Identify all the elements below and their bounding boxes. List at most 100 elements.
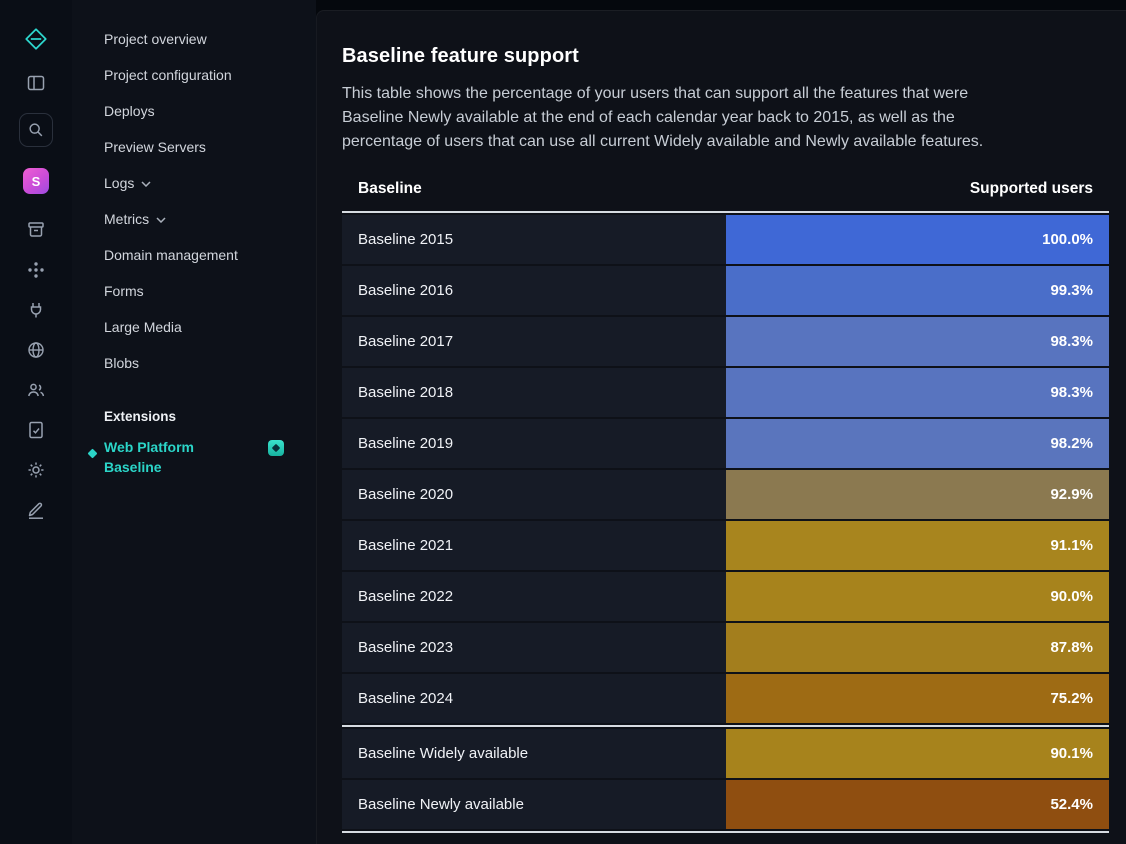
row-label: Baseline 2015 [342,215,726,264]
sidebar-item-project-overview[interactable]: Project overview [104,21,316,57]
row-label: Baseline 2024 [342,674,726,723]
row-label: Baseline 2016 [342,266,726,315]
sidebar-item-label: Project configuration [104,67,232,83]
avatar[interactable]: S [23,168,49,194]
sidebar-item-label: Metrics [104,211,149,227]
extensions-icon[interactable] [26,260,46,280]
table-row: Baseline 2016 99.3% [342,266,1109,315]
active-item-diamond-icon [88,449,98,459]
row-value-bar: 90.1% [726,729,1110,778]
table-section-divider [342,725,1109,727]
pen-icon[interactable] [26,500,46,520]
page-description: This table shows the percentage of your … [342,82,1014,154]
sidebar-toggle-icon[interactable] [26,73,46,93]
table-row: Baseline 2023 87.8% [342,623,1109,672]
column-header-baseline: Baseline [358,180,422,198]
row-value: 87.8% [1050,639,1093,656]
row-value: 75.2% [1050,690,1093,707]
row-value-bar: 52.4% [726,780,1110,829]
chevron-down-icon [156,217,166,223]
row-value: 98.3% [1050,384,1093,401]
table-row: Baseline 2022 90.0% [342,572,1109,621]
sidebar-item-web-platform-baseline[interactable]: Web Platform Baseline [104,437,316,477]
row-value-bar: 91.1% [726,521,1110,570]
extensions-section-header: Extensions [104,409,316,424]
app-root: S [0,0,1126,844]
row-value-bar: 90.0% [726,572,1110,621]
sidebar-item-deploys[interactable]: Deploys [104,93,316,129]
row-label: Baseline 2018 [342,368,726,417]
row-value-bar: 100.0% [726,215,1110,264]
row-value: 100.0% [1042,231,1093,248]
page-title: Baseline feature support [342,45,1109,68]
table-body: Baseline 2015100.0%Baseline 201699.3%Bas… [342,215,1109,833]
table-row: Baseline 2017 98.3% [342,317,1109,366]
netlify-logo[interactable] [23,26,49,52]
plug-icon[interactable] [26,300,46,320]
row-label: Baseline 2020 [342,470,726,519]
table-row: Baseline Newly available 52.4% [342,780,1109,829]
row-label: Baseline 2017 [342,317,726,366]
avatar-letter: S [32,174,41,189]
row-label: Baseline 2019 [342,419,726,468]
table-row: Baseline Widely available 90.1% [342,729,1109,778]
table-row: Baseline 2024 75.2% [342,674,1109,723]
support-table: Baseline Supported users Baseline 2015 10… [342,180,1109,833]
main-panel: Baseline feature support This table show… [316,10,1126,844]
table-row: Baseline 2021 91.1% [342,521,1109,570]
sidebar-item-label: Forms [104,283,144,299]
table-row: Baseline 202092.9% [342,470,1109,519]
sidebar-item-label: Blobs [104,355,139,371]
icon-rail: S [0,0,72,844]
sidebar-item-label: Domain management [104,247,238,263]
sidebar-item-label: Preview Servers [104,139,206,155]
row-value-bar: 98.3% [726,317,1110,366]
search-icon[interactable] [19,113,53,147]
sidebar-item-forms[interactable]: Forms [104,273,316,309]
row-label: Baseline 2023 [342,623,726,672]
table-bottom-border [342,831,1109,833]
baseline-extension-badge-icon [268,440,284,456]
row-value: 99.3% [1050,282,1093,299]
row-value-bar: 87.8% [726,623,1110,672]
settings-gear-icon[interactable] [26,460,46,480]
row-value-bar: 98.3% [726,368,1110,417]
sidebar-item-blobs[interactable]: Blobs [104,345,316,381]
row-label: Baseline Newly available [342,780,726,829]
sidebar-item-domain-management[interactable]: Domain management [104,237,316,273]
sidebar-item-large-media[interactable]: Large Media [104,309,316,345]
row-label: Baseline Widely available [342,729,726,778]
sidebar-item-label: Project overview [104,31,207,47]
row-value-bar: 98.2% [726,419,1110,468]
table-header-row: Baseline Supported users [342,180,1109,213]
deploys-icon[interactable] [26,220,46,240]
table-row: Baseline 2018 98.3% [342,368,1109,417]
sidebar-item-preview-servers[interactable]: Preview Servers [104,129,316,165]
sidebar-item-project-configuration[interactable]: Project configuration [104,57,316,93]
sidebar-item-metrics[interactable]: Metrics [104,201,316,237]
sidebar: Project overview Project configuration Dep… [72,0,316,844]
sidebar-item-label: Deploys [104,103,155,119]
sidebar-item-label: Logs [104,175,134,191]
row-value-bar: 99.3% [726,266,1110,315]
sidebar-item-label: Large Media [104,319,182,335]
row-value: 98.2% [1050,435,1093,452]
globe-icon[interactable] [26,340,46,360]
sidebar-nav-list: Project overview Project configuration Dep… [104,21,316,381]
table-row: Baseline 2019 98.2% [342,419,1109,468]
row-value: 90.0% [1050,588,1093,605]
sidebar-item-logs[interactable]: Logs [104,165,316,201]
row-value: 98.3% [1050,333,1093,350]
chevron-down-icon [141,181,151,187]
sidebar-item-label: Web Platform Baseline [104,437,224,477]
audit-log-icon[interactable] [26,420,46,440]
row-value: 91.1% [1050,537,1093,554]
table-row: Baseline 2015 100.0% [342,215,1109,264]
column-header-supported-users: Supported users [970,180,1093,198]
row-value: 90.1% [1050,745,1093,762]
row-value: 52.4% [1050,796,1093,813]
row-label: Baseline 2022 [342,572,726,621]
team-icon[interactable] [26,380,46,400]
row-value-bar: 92.9% [726,470,1110,519]
row-label: Baseline 2021 [342,521,726,570]
